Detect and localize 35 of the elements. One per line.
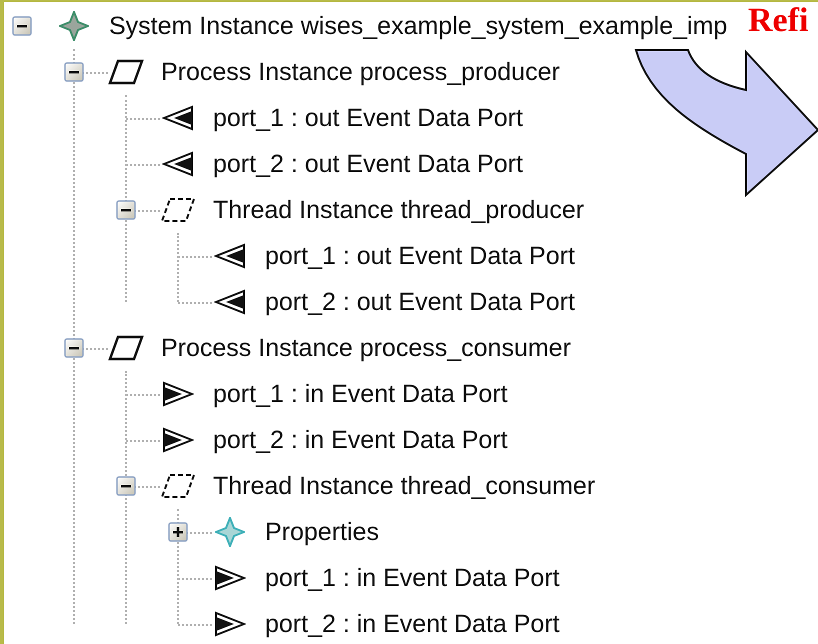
right-triangle-icon [162, 427, 194, 453]
tree-item[interactable]: Process Instance process_consumer [161, 336, 571, 360]
tree-item[interactable]: Properties [265, 520, 379, 544]
collapse-toggle[interactable] [12, 16, 32, 36]
tree-item[interactable]: port_1 : in Event Data Port [265, 566, 560, 590]
slide-title: Refi [748, 4, 808, 38]
dashed-parallelogram-icon [160, 473, 196, 499]
collapse-toggle[interactable] [64, 62, 84, 82]
tree-item[interactable]: port_2 : out Event Data Port [213, 152, 523, 176]
parallelogram-icon [108, 59, 144, 85]
tree-item[interactable]: port_2 : in Event Data Port [265, 612, 560, 636]
collapse-toggle[interactable] [64, 338, 84, 358]
parallelogram-icon [108, 335, 144, 361]
star-icon [215, 517, 245, 547]
right-triangle-icon [214, 611, 246, 637]
left-triangle-icon [214, 243, 246, 269]
tree-item[interactable]: port_1 : out Event Data Port [213, 106, 523, 130]
left-triangle-icon [162, 151, 194, 177]
tree-item[interactable]: port_1 : in Event Data Port [213, 382, 508, 406]
tree-item[interactable]: Process Instance process_producer [161, 60, 560, 84]
star-icon [59, 11, 89, 41]
collapse-toggle[interactable] [116, 200, 136, 220]
tree-item[interactable]: System Instance wises_example_system_example_imp [109, 14, 728, 38]
tree-item[interactable]: Thread Instance thread_producer [213, 198, 584, 222]
left-triangle-icon [162, 105, 194, 131]
dashed-parallelogram-icon [160, 197, 196, 223]
right-triangle-icon [214, 565, 246, 591]
right-triangle-icon [162, 381, 194, 407]
collapse-toggle[interactable] [116, 476, 136, 496]
tree-item[interactable]: Thread Instance thread_consumer [213, 474, 596, 498]
tree-item[interactable]: port_1 : out Event Data Port [265, 244, 575, 268]
expand-toggle[interactable] [168, 522, 188, 542]
tree-item[interactable]: port_2 : out Event Data Port [265, 290, 575, 314]
left-triangle-icon [214, 289, 246, 315]
tree-item[interactable]: port_2 : in Event Data Port [213, 428, 508, 452]
